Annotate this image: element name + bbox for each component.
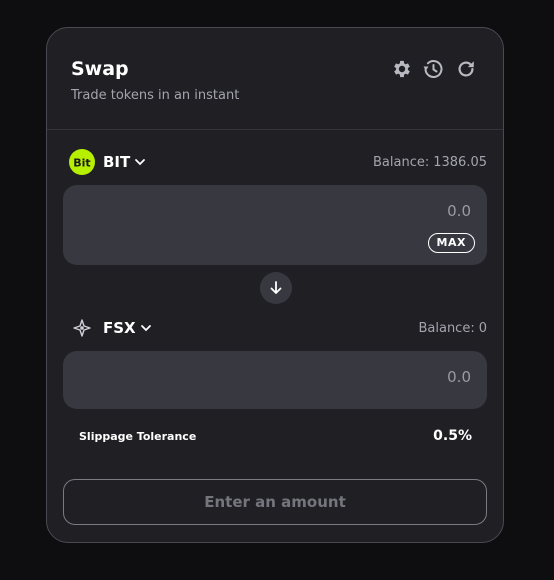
to-token-name: FSX (103, 319, 136, 337)
to-balance: Balance: 0 (418, 321, 487, 336)
fsx-token-logo (69, 315, 95, 341)
to-amount-input[interactable] (169, 367, 473, 387)
slippage-label: Slippage Tolerance (79, 430, 197, 443)
chevron-down-icon (140, 322, 152, 334)
enter-amount-button[interactable]: Enter an amount (63, 479, 487, 525)
from-amount-box: MAX (63, 185, 487, 265)
svg-text:Bit: Bit (73, 157, 90, 170)
refresh-button[interactable] (453, 56, 479, 82)
from-balance-value: 1386.05 (433, 154, 487, 170)
swap-direction-button[interactable] (260, 272, 292, 304)
to-token-selector[interactable]: FSX (69, 315, 152, 341)
gear-icon (394, 60, 410, 78)
settings-button[interactable] (389, 56, 415, 82)
refresh-icon (458, 61, 474, 77)
to-balance-label: Balance: (418, 320, 475, 336)
to-balance-value: 0 (478, 320, 487, 336)
history-icon (423, 60, 443, 78)
from-token-row: Bit BIT Balance: 1386.05 (69, 148, 487, 176)
arrow-down-icon (270, 281, 282, 294)
page-title: Swap (71, 58, 129, 80)
page-subtitle: Trade tokens in an instant (71, 88, 240, 103)
to-amount-box (63, 351, 487, 409)
history-button[interactable] (420, 56, 446, 82)
from-balance-label: Balance: (373, 154, 430, 170)
header-divider (47, 129, 503, 130)
from-token-selector[interactable]: Bit BIT (69, 149, 146, 175)
max-button[interactable]: MAX (427, 233, 475, 253)
from-token-name: BIT (103, 153, 131, 171)
chevron-down-icon (134, 156, 146, 168)
from-balance: Balance: 1386.05 (373, 155, 487, 170)
slippage-value[interactable]: 0.5% (433, 428, 472, 444)
swap-card: Swap Trade tokens in an instant Bit BIT … (46, 27, 504, 543)
bit-token-logo: Bit (69, 149, 95, 175)
to-token-row: FSX Balance: 0 (69, 314, 487, 342)
from-amount-input[interactable] (169, 201, 473, 221)
